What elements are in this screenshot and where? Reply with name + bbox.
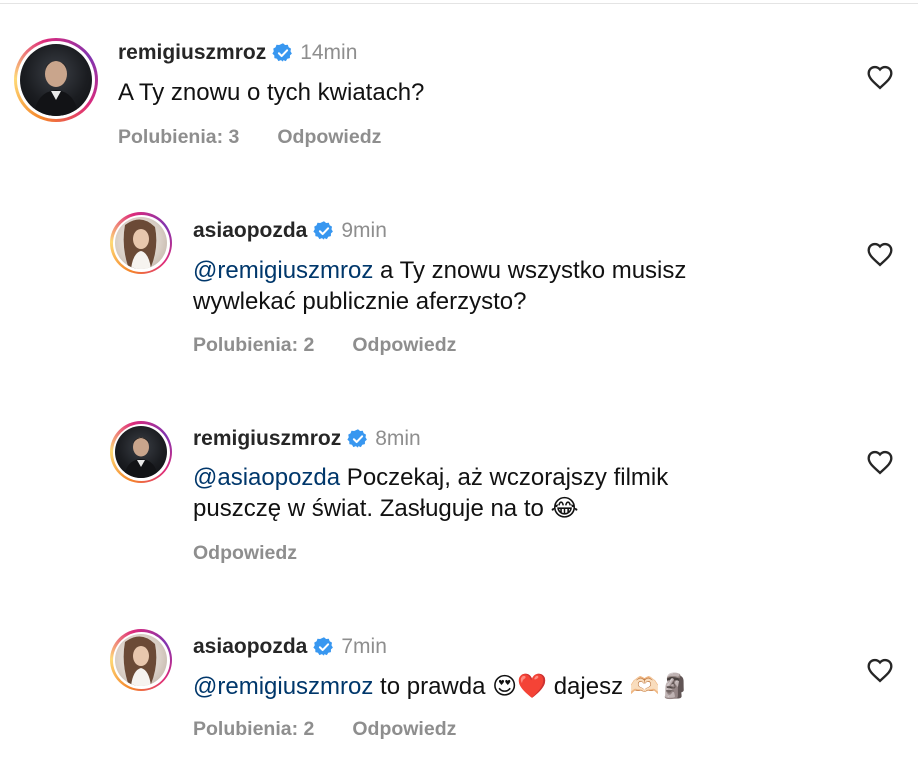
heart-outline-icon[interactable] [866, 657, 894, 683]
emoji: 😍❤️ [492, 672, 548, 700]
reply-button[interactable]: Odpowiedz [352, 718, 456, 741]
avatar[interactable] [110, 629, 172, 691]
mention-link[interactable]: @remigiuszmroz [193, 673, 373, 700]
likes-count[interactable]: Polubienia: 2 [193, 718, 314, 741]
emoji: 🫶🏻🗿 [629, 672, 690, 700]
avatar-photo [123, 636, 157, 686]
comment-text: @remigiuszmroz to prawda 😍❤️ dajesz 🫶🏻🗿 [193, 672, 690, 700]
comment: asiaopozda 7min @remigiuszmroz to prawda… [0, 0, 918, 782]
comment-time: 7min [341, 635, 387, 658]
comment-username[interactable]: asiaopozda [193, 635, 307, 659]
verified-badge-icon [313, 637, 334, 656]
